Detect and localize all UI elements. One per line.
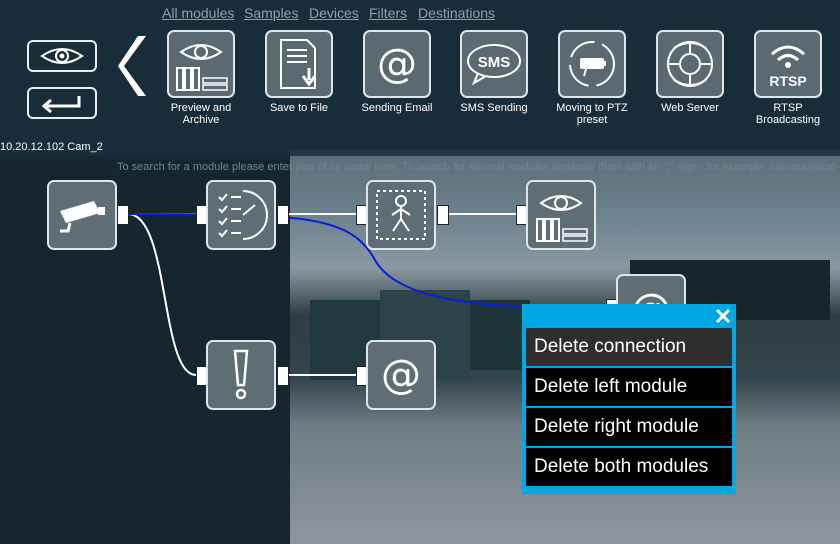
palette-label: Moving to PTZ preset bbox=[556, 102, 628, 126]
palette-label: Sending Email bbox=[361, 102, 433, 114]
node-preview-archive[interactable] bbox=[526, 180, 596, 250]
connection-context-menu: Delete connection Delete left module Del… bbox=[522, 304, 736, 494]
delete-left-module-item[interactable]: Delete left module bbox=[526, 368, 732, 406]
sms-text: SMS bbox=[478, 54, 511, 71]
palette-ptz-preset[interactable]: Moving to PTZ preset bbox=[547, 30, 637, 126]
save-file-icon bbox=[265, 30, 333, 98]
preview-toggle-button[interactable] bbox=[27, 40, 97, 72]
palette-rtsp-broadcasting[interactable]: RTSP RTSP Broadcasting bbox=[743, 30, 833, 126]
exclamation-icon bbox=[233, 349, 249, 400]
palette-sms-sending[interactable]: SMS SMS Sending bbox=[449, 30, 539, 114]
tab-all-modules[interactable]: All modules bbox=[162, 5, 234, 21]
sms-bubble-icon: SMS bbox=[460, 30, 528, 98]
palette-label: RTSP Broadcasting bbox=[755, 102, 821, 126]
camera-name-label: 10.20.12.102 Cam_2 bbox=[0, 141, 103, 153]
return-arrow-icon bbox=[41, 96, 81, 114]
checklist-clock-icon bbox=[218, 190, 268, 240]
web-globe-icon bbox=[656, 30, 724, 98]
delete-right-module-item[interactable]: Delete right module bbox=[526, 408, 732, 446]
palette-preview-archive[interactable]: Preview and Archive bbox=[156, 30, 246, 126]
delete-both-modules-item[interactable]: Delete both modules bbox=[526, 448, 732, 486]
chevron-left-icon[interactable] bbox=[118, 34, 152, 98]
eye-archive-icon bbox=[536, 195, 588, 242]
close-icon[interactable] bbox=[713, 306, 733, 326]
delete-connection-item[interactable]: Delete connection bbox=[526, 328, 732, 366]
palette-label: Web Server bbox=[661, 102, 719, 114]
wire-camera-to-alarm[interactable] bbox=[127, 213, 197, 376]
rtsp-wifi-icon: RTSP bbox=[754, 30, 822, 98]
camera-icon bbox=[60, 201, 105, 233]
node-motion-detector[interactable] bbox=[206, 180, 276, 250]
ptz-camera-icon bbox=[558, 30, 626, 98]
node-object-tracker[interactable] bbox=[366, 180, 436, 250]
palette-save-to-file[interactable]: Save to File bbox=[254, 30, 344, 114]
tab-devices[interactable]: Devices bbox=[309, 5, 359, 21]
eye-icon bbox=[40, 48, 84, 64]
eye-archive-icon bbox=[167, 30, 235, 98]
palette-label: Preview and Archive bbox=[170, 102, 232, 126]
node-camera[interactable] bbox=[47, 180, 117, 250]
tab-samples[interactable]: Samples bbox=[244, 5, 298, 21]
tab-filters[interactable]: Filters bbox=[369, 5, 407, 21]
node-email[interactable]: @ bbox=[366, 340, 436, 410]
at-glyph: @ bbox=[377, 41, 417, 87]
palette-web-server[interactable]: Web Server bbox=[645, 30, 735, 114]
palette-sending-email[interactable]: @ Sending Email bbox=[352, 30, 442, 114]
tab-destinations[interactable]: Destinations bbox=[418, 5, 495, 21]
back-button[interactable] bbox=[27, 87, 97, 119]
rtsp-text: RTSP bbox=[769, 73, 806, 89]
motion-output-port[interactable] bbox=[277, 205, 289, 225]
node-alarm[interactable] bbox=[206, 340, 276, 410]
palette-label: SMS Sending bbox=[460, 102, 528, 114]
search-hint: To search for a module please enter part… bbox=[117, 161, 837, 173]
palette-label: Save to File bbox=[269, 102, 329, 114]
figure-output-port[interactable] bbox=[437, 205, 449, 225]
walking-person-icon bbox=[376, 190, 426, 240]
at-sign-icon: @ bbox=[363, 30, 431, 98]
alarm-output-port[interactable] bbox=[277, 366, 289, 386]
camera-output-port[interactable] bbox=[117, 205, 129, 225]
at-sign-icon: @ bbox=[381, 352, 421, 398]
